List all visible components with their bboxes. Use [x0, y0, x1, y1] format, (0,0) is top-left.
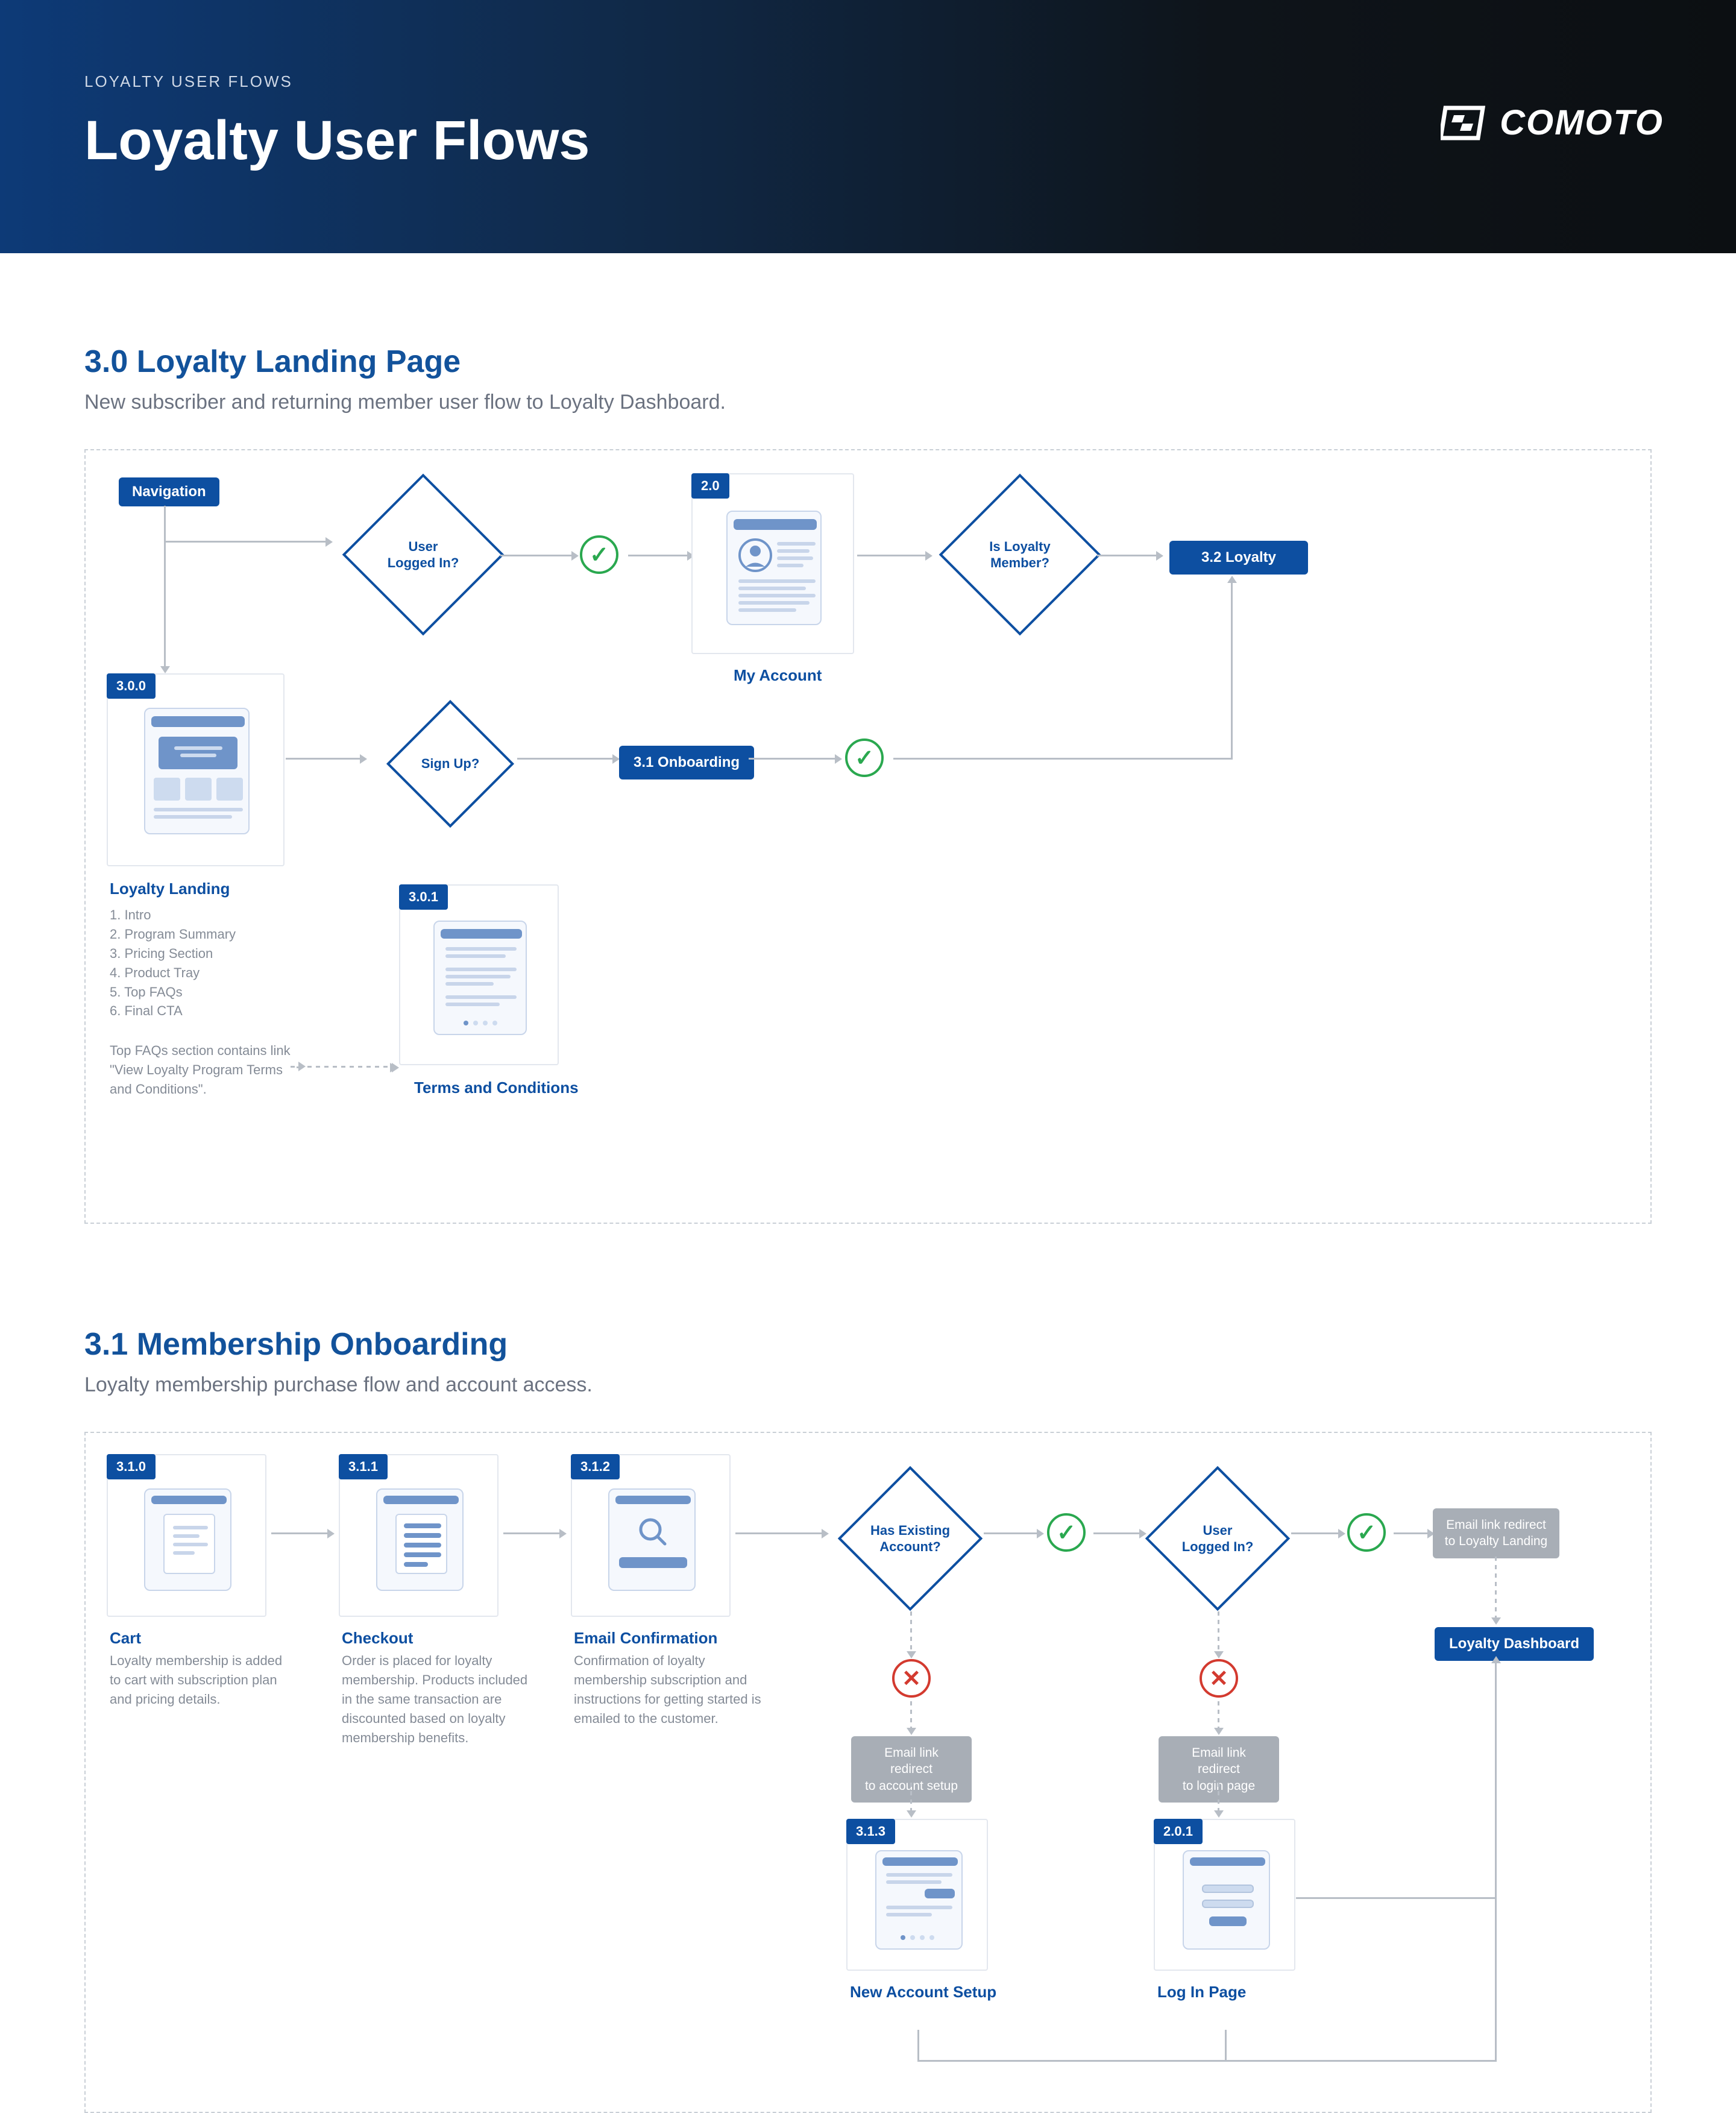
label-checkout: Checkout — [342, 1629, 413, 1648]
decision-user-logged-in-2: User Logged In? — [1145, 1466, 1290, 1611]
comoto-logo-icon — [1441, 104, 1485, 142]
node-loyalty-chip: 3.2 Loyalty — [1169, 541, 1308, 575]
node-login-page: 2.0.1 — [1154, 1819, 1295, 1971]
check-icon: ✓ — [845, 738, 884, 777]
node-loyalty-dashboard: Loyalty Dashboard — [1435, 1627, 1594, 1661]
label-loyalty-landing: Loyalty Landing — [110, 880, 230, 898]
desc-checkout: Order is placed for loyalty membership. … — [342, 1651, 535, 1747]
search-icon — [637, 1516, 668, 1548]
node-terms: 3.0.1 — [399, 884, 559, 1065]
node-my-account: 2.0 — [691, 473, 854, 654]
section-subtitle-3-0: New subscriber and returning member user… — [84, 391, 1652, 414]
decision-sign-up: Sign Up? — [386, 700, 514, 828]
brand-name: COMOTO — [1500, 102, 1664, 143]
label-my-account: My Account — [734, 666, 822, 685]
node-navigation: Navigation — [119, 477, 219, 506]
section-title-3-0: 3.0 Loyalty Landing Page — [84, 344, 1652, 380]
flowchart-3-1: 3.1.0 Cart Loyalty membership is added t… — [84, 1432, 1652, 2113]
check-icon: ✓ — [1347, 1513, 1386, 1552]
decision-is-loyalty-member: Is Loyalty Member? — [939, 474, 1101, 636]
node-cart: 3.1.0 — [107, 1454, 266, 1617]
desc-cart: Loyalty membership is added to cart with… — [110, 1651, 291, 1709]
note-redirect-landing: Email link redirect to Loyalty Landing — [1433, 1508, 1559, 1558]
brand-logo: COMOTO — [1441, 102, 1664, 143]
cross-icon: ✕ — [1200, 1659, 1238, 1698]
label-cart: Cart — [110, 1629, 141, 1648]
note-loyalty-landing: Top FAQs section contains link "View Loy… — [110, 1041, 291, 1099]
list-loyalty-landing: 1. Intro 2. Program Summary 3. Pricing S… — [110, 905, 291, 1021]
cross-icon: ✕ — [892, 1659, 931, 1698]
decision-user-logged-in: User Logged In? — [342, 474, 505, 636]
section-title-3-1: 3.1 Membership Onboarding — [84, 1326, 1652, 1362]
decision-has-account: Has Existing Account? — [838, 1466, 983, 1611]
label-new-account: New Account Setup — [850, 1983, 996, 2001]
page-header: LOYALTY USER FLOWS Loyalty User Flows CO… — [0, 0, 1736, 253]
check-icon: ✓ — [580, 535, 618, 574]
node-loyalty-landing: 3.0.0 — [107, 673, 285, 866]
section-subtitle-3-1: Loyalty membership purchase flow and acc… — [84, 1373, 1652, 1397]
check-icon: ✓ — [1047, 1513, 1086, 1552]
node-onboarding-chip: 3.1 Onboarding — [619, 746, 754, 779]
node-checkout: 3.1.1 — [339, 1454, 498, 1617]
label-email: Email Confirmation — [574, 1629, 717, 1648]
desc-email: Confirmation of loyalty membership subsc… — [574, 1651, 767, 1728]
label-terms: Terms and Conditions — [414, 1079, 579, 1097]
avatar-icon — [738, 538, 772, 572]
page-title: Loyalty User Flows — [84, 109, 1652, 172]
breadcrumb: LOYALTY USER FLOWS — [84, 72, 1652, 91]
node-new-account: 3.1.3 — [846, 1819, 988, 1971]
node-email-confirmation: 3.1.2 — [571, 1454, 731, 1617]
flowchart-3-0: Navigation User Logged In? ✓ 2.0 — [84, 449, 1652, 1224]
label-login: Log In Page — [1157, 1983, 1246, 2001]
